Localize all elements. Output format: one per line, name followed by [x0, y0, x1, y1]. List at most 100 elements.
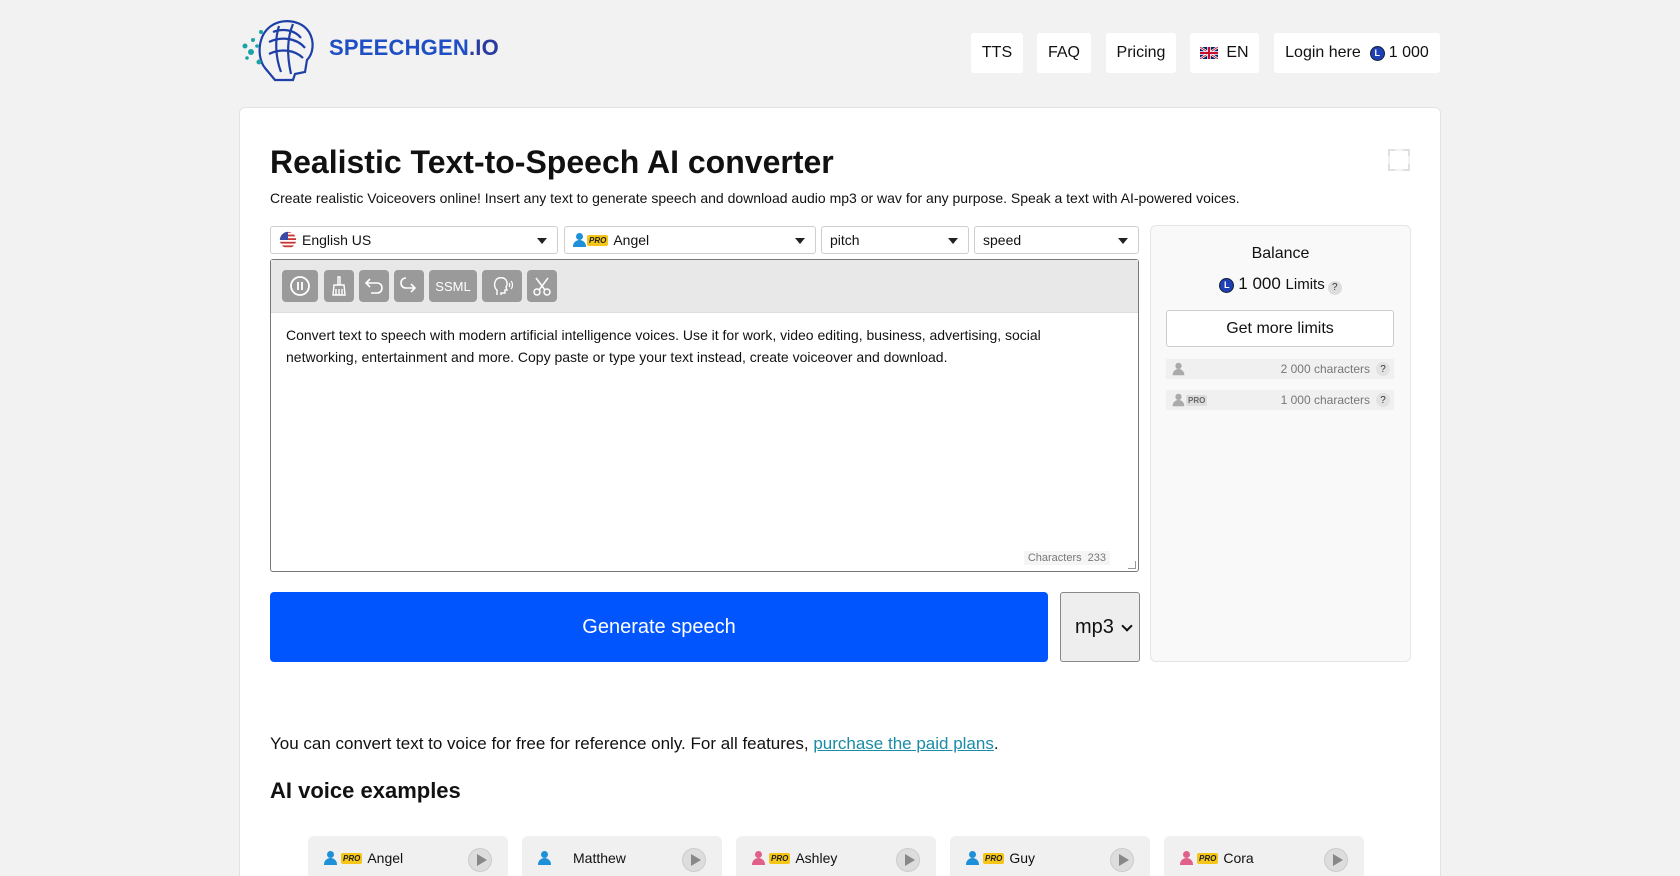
voice-name: Ashley: [795, 850, 838, 866]
free-note-text: You can convert text to voice for free f…: [270, 734, 814, 753]
chevron-down-icon: [1121, 620, 1133, 632]
language-label: EN: [1226, 44, 1249, 61]
caret-down-icon: [948, 238, 958, 244]
broom-icon: [332, 276, 346, 296]
logo[interactable]: SPEECHGEN.IO: [239, 12, 499, 84]
male-voice-icon: [966, 851, 979, 865]
voice-select-value: Angel: [613, 232, 650, 248]
speaking-head-icon: [493, 277, 513, 295]
pause-button[interactable]: [282, 270, 318, 302]
voice-select[interactable]: PRO Angel: [564, 226, 816, 254]
balance-panel: Balance L1 000 Limits? Get more limits 2…: [1150, 225, 1411, 662]
pro-badge: PRO: [341, 852, 363, 864]
speaker-voice-button[interactable]: [482, 270, 522, 302]
cut-button[interactable]: [527, 270, 557, 302]
us-flag-icon: [279, 231, 297, 249]
play-icon[interactable]: [1110, 848, 1134, 872]
free-usage-note: You can convert text to voice for free f…: [270, 734, 999, 754]
speed-select[interactable]: speed: [974, 226, 1139, 254]
voice-card-ashley[interactable]: PRO Ashley: [736, 836, 936, 876]
voice-label: PRO Angel: [324, 850, 403, 866]
caret-down-icon: [795, 238, 805, 244]
generate-speech-label: Generate speech: [582, 615, 736, 638]
nav-pricing-label: Pricing: [1116, 44, 1166, 61]
purchase-plans-link[interactable]: purchase the paid plans: [813, 734, 994, 753]
help-icon[interactable]: ?: [1376, 393, 1390, 407]
main-card: Realistic Text-to-Speech AI converter Cr…: [239, 107, 1441, 876]
free-limit-row: 2 000 characters ?: [1166, 359, 1394, 379]
pitch-select-value: pitch: [830, 232, 860, 248]
ssml-button[interactable]: SSML: [429, 270, 477, 302]
pause-icon: [290, 276, 310, 296]
redo-icon: [400, 277, 417, 293]
help-icon[interactable]: ?: [1327, 280, 1342, 295]
ssml-label: SSML: [435, 278, 471, 294]
help-icon[interactable]: ?: [1376, 362, 1390, 376]
voice-card-angel[interactable]: PRO Angel: [308, 836, 508, 876]
caret-down-icon: [1118, 238, 1128, 244]
voice-label: Matthew: [538, 850, 626, 866]
voice-name: Cora: [1223, 850, 1254, 866]
head-network-icon: [242, 20, 314, 82]
fullscreen-icon[interactable]: [1388, 149, 1410, 171]
coin-icon: L: [1219, 277, 1235, 293]
uk-flag-icon: [1200, 47, 1219, 59]
voice-card-matthew[interactable]: Matthew: [522, 836, 722, 876]
clear-button[interactable]: [324, 270, 354, 302]
generate-speech-button[interactable]: Generate speech: [270, 592, 1048, 662]
play-icon[interactable]: [896, 848, 920, 872]
voice-label: PRO Guy: [966, 850, 1035, 866]
voice-name: Angel: [367, 850, 404, 866]
balance-title: Balance: [1251, 245, 1310, 262]
coin-icon: L: [1369, 45, 1385, 61]
nav-faq[interactable]: FAQ: [1037, 33, 1091, 73]
language-select-value: English US: [302, 232, 372, 248]
undo-icon: [364, 278, 383, 294]
pro-badge: PRO: [1186, 394, 1208, 406]
pro-limit-value: 1 000 characters: [1280, 393, 1370, 407]
pro-badge: PRO: [587, 234, 609, 246]
play-icon[interactable]: [1324, 848, 1348, 872]
voice-card-cora[interactable]: PRO Cora: [1164, 836, 1364, 876]
nav-pricing[interactable]: Pricing: [1106, 33, 1176, 73]
logo-text: SPEECHGEN.IO: [329, 35, 499, 60]
user-icon: [1172, 393, 1185, 407]
characters-label: Characters: [1027, 552, 1082, 564]
pro-badge: PRO: [1197, 852, 1219, 864]
language-select[interactable]: English US: [270, 226, 558, 254]
language-switcher[interactable]: EN: [1190, 33, 1259, 73]
limits-label: Limits: [1285, 276, 1325, 293]
caret-down-icon: [537, 238, 547, 244]
page-subtitle: Create realistic Voiceovers online! Inse…: [270, 190, 1240, 206]
format-select[interactable]: mp3: [1060, 592, 1140, 662]
play-icon[interactable]: [682, 848, 706, 872]
play-icon[interactable]: [468, 848, 492, 872]
login-button[interactable]: Login here L 1 000: [1274, 33, 1440, 73]
pro-badge: PRO: [769, 852, 791, 864]
format-select-value: mp3: [1075, 615, 1114, 638]
undo-button[interactable]: [359, 270, 389, 302]
free-note-suffix: .: [993, 734, 999, 753]
balance-amount: L1 000 Limits?: [1151, 274, 1410, 295]
nav-tts[interactable]: TTS: [971, 33, 1023, 73]
redo-button[interactable]: [394, 270, 424, 302]
user-icon: [1172, 362, 1185, 376]
get-more-limits-button[interactable]: Get more limits: [1166, 310, 1394, 347]
editor-toolbar: SSML: [271, 260, 1138, 313]
nav-balance: 1 000: [1388, 44, 1429, 61]
nav-tts-label: TTS: [981, 44, 1013, 61]
free-limit-value: 2 000 characters: [1280, 362, 1370, 376]
male-voice-icon: [573, 233, 586, 247]
voice-name: Guy: [1009, 850, 1036, 866]
login-label: Login here: [1285, 44, 1361, 61]
female-voice-icon: [752, 851, 765, 865]
nav-faq-label: FAQ: [1047, 44, 1080, 61]
pitch-select[interactable]: pitch: [821, 226, 969, 254]
pro-limit-row: PRO 1 000 characters ?: [1166, 390, 1394, 410]
characters-count: 233: [1087, 552, 1106, 564]
voice-card-guy[interactable]: PRO Guy: [950, 836, 1150, 876]
editor-text[interactable]: Convert text to speech with modern artif…: [286, 324, 1106, 368]
page-title: Realistic Text-to-Speech AI converter: [270, 144, 834, 180]
text-editor[interactable]: SSML Convert text to speech with modern …: [270, 259, 1139, 572]
resize-handle[interactable]: [1128, 561, 1136, 569]
